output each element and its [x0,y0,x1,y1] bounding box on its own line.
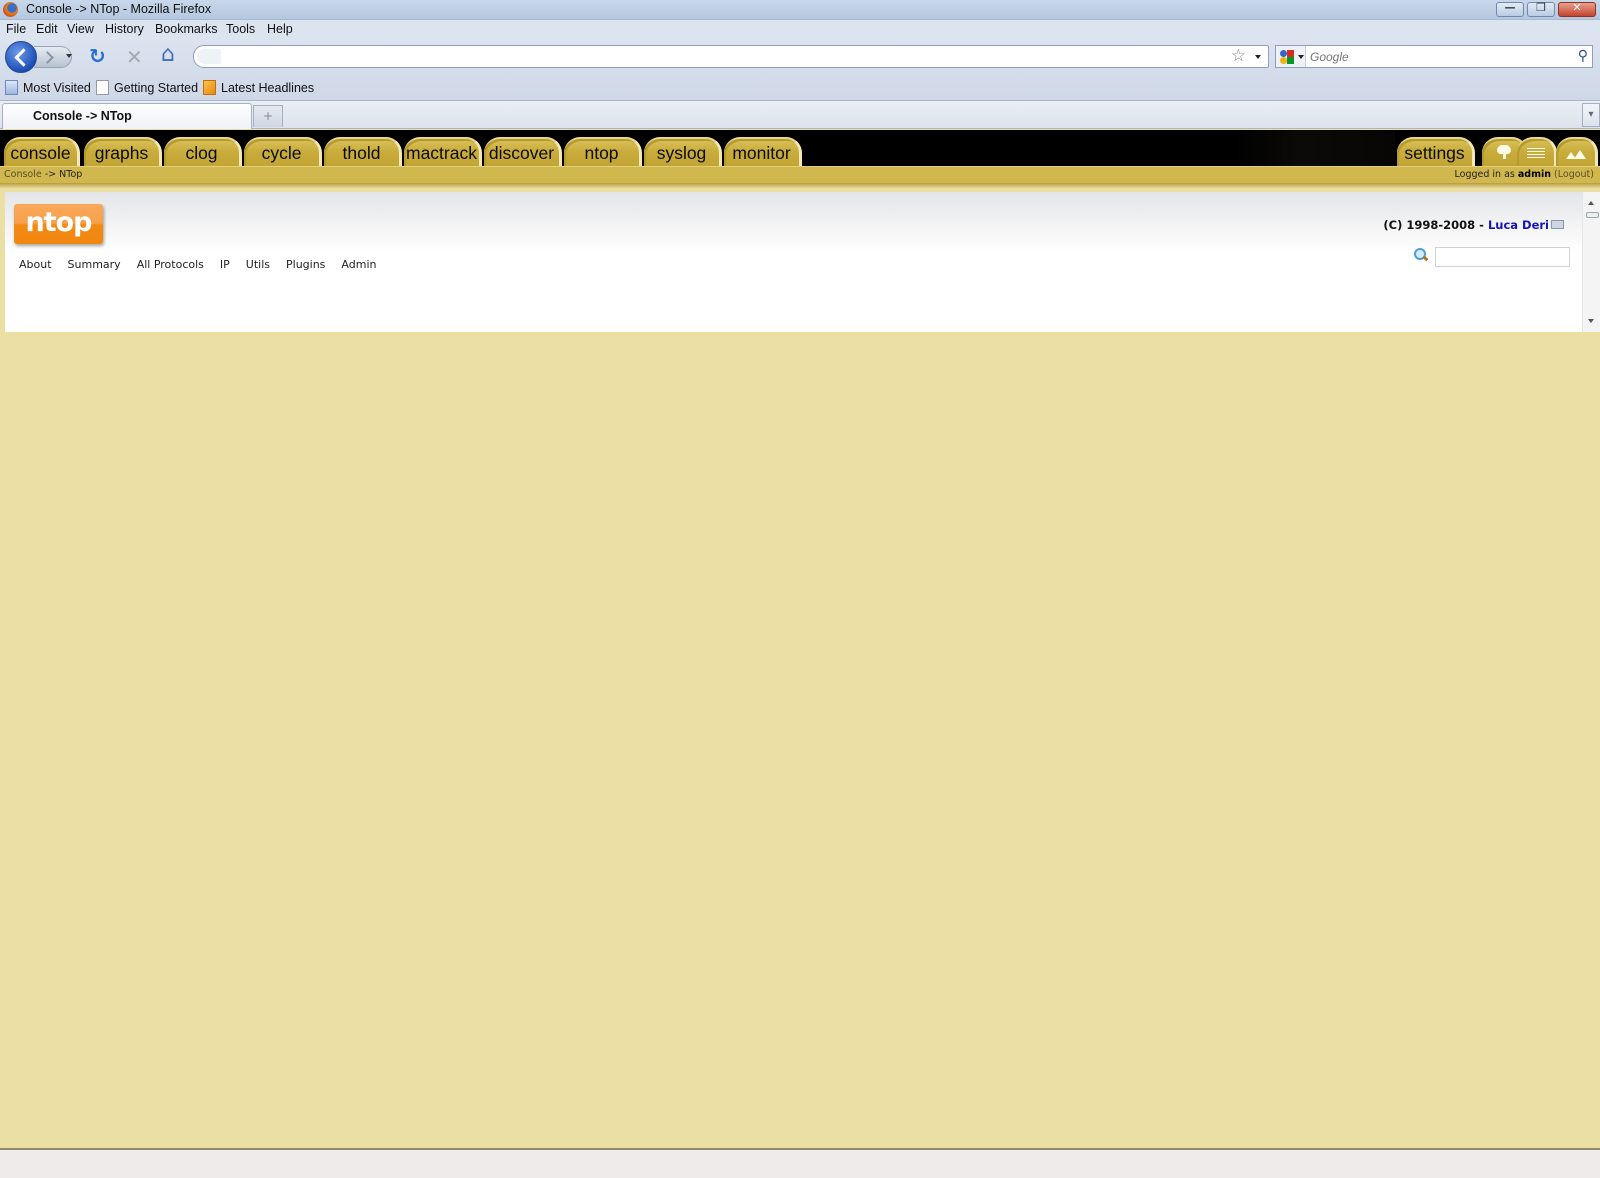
new-tab-button[interactable]: + [253,105,283,127]
frame-scrollbar[interactable] [1582,192,1600,332]
list-all-tabs-button[interactable]: ▾ [1582,103,1600,127]
firefox-icon [3,2,18,17]
engine-dropdown-icon [1298,55,1304,59]
menu-tools[interactable]: Tools [226,22,255,36]
minimize-icon: — [1504,1,1516,14]
tab-preview-view[interactable] [1556,137,1598,166]
tree-view-icon [1496,145,1511,159]
breadcrumb-console-link[interactable]: Console [4,169,42,180]
reload-icon[interactable]: ↻ [89,46,106,66]
ntop-menu-ip[interactable]: IP [220,258,230,271]
copyright-notice: (C) 1998-2008 - Luca Deri [1383,218,1564,232]
cacti-tab-bar: console graphs clog cycle thold mactrack… [0,130,1600,166]
search-icon [1414,248,1428,262]
window-title-bar: Console -> NTop - Mozilla Firefox — ❐ ✕ [0,0,1600,20]
preview-graph-icon [1565,149,1586,159]
menu-bar: File Edit View History Bookmarks Tools H… [0,20,1600,39]
history-dropdown-icon[interactable] [66,54,72,58]
ntop-menu-summary[interactable]: Summary [68,258,121,271]
tab-syslog[interactable]: syslog [644,137,722,166]
login-status: Logged in as admin (Logout) [1455,169,1595,180]
scroll-thumb[interactable] [1586,212,1599,218]
search-engine-selector[interactable] [1276,46,1306,67]
tab-mactrack[interactable]: mactrack [404,137,482,166]
menu-view[interactable]: View [67,22,94,36]
close-icon: ✕ [1572,1,1582,14]
restore-icon: ❐ [1536,1,1546,14]
bookmark-most-visited[interactable]: Most Visited [5,80,91,95]
scroll-up-icon[interactable] [1588,201,1594,205]
list-view-icon [1526,148,1545,160]
url-input[interactable] [224,48,1204,65]
scroll-down-icon[interactable] [1588,319,1594,323]
menu-bookmarks[interactable]: Bookmarks [155,22,218,36]
url-dropdown-icon[interactable] [1255,55,1261,59]
author-link[interactable]: Luca Deri [1488,218,1549,232]
navigation-toolbar: ↻ ✕ ⌂ ☆ ⚲ [0,39,1600,75]
menu-help[interactable]: Help [267,22,293,36]
browser-tab-title: Console -> NTop [33,109,132,123]
rss-icon [203,80,216,95]
ntop-menu-all-protocols[interactable]: All Protocols [137,258,204,271]
tab-graphs[interactable]: graphs [84,137,162,166]
url-bar[interactable]: ☆ [193,45,1269,68]
most-visited-icon [5,80,18,95]
tab-ntop[interactable]: ntop [564,137,642,166]
menu-history[interactable]: History [105,22,144,36]
bookmark-latest-headlines[interactable]: Latest Headlines [203,80,314,95]
ntop-menu-about[interactable]: About [19,258,52,271]
tab-list-view[interactable] [1517,137,1557,166]
site-identity-icon[interactable] [197,49,221,64]
ntop-logo[interactable]: ntop [14,204,103,244]
mail-icon[interactable] [1551,220,1564,229]
ntop-menu: About Summary All Protocols IP Utils Plu… [19,258,392,271]
login-prefix: Logged in as [1454,169,1518,180]
status-bar [0,1148,1600,1178]
copyright-text: (C) 1998-2008 - [1383,218,1488,232]
ntop-frame: ntop (C) 1998-2008 - Luca Deri About Sum… [5,192,1600,332]
tab-clog[interactable]: clog [164,137,242,166]
menu-file[interactable]: File [6,22,26,36]
browser-tab-active[interactable]: Console -> NTop [2,103,252,129]
browser-tab-strip: Console -> NTop + ▾ [0,101,1600,129]
tab-thold[interactable]: thold [324,137,402,166]
tab-discover[interactable]: discover [484,137,562,166]
bookmark-star-icon[interactable]: ☆ [1231,46,1246,66]
ntop-menu-plugins[interactable]: Plugins [286,258,325,271]
restore-button[interactable]: ❐ [1527,1,1555,17]
bookmark-getting-started[interactable]: Getting Started [96,80,198,95]
logout-link[interactable]: (Logout) [1554,169,1594,180]
stop-icon[interactable]: ✕ [126,47,143,67]
window-title: Console -> NTop - Mozilla Firefox [26,2,212,16]
search-go-icon[interactable]: ⚲ [1578,48,1588,64]
ntop-search-input[interactable] [1435,247,1570,267]
menu-edit[interactable]: Edit [36,22,58,36]
web-search-input[interactable] [1310,48,1560,65]
google-logo-icon [1280,50,1294,64]
tab-cycle[interactable]: cycle [244,137,322,166]
page-icon [96,80,109,95]
login-user: admin [1517,169,1552,180]
minimize-button[interactable]: — [1496,1,1524,17]
home-icon[interactable]: ⌂ [161,44,175,66]
bookmark-label: Getting Started [114,80,199,95]
tab-settings[interactable]: settings [1397,137,1475,166]
web-search-bar[interactable]: ⚲ [1275,45,1593,68]
ntop-menu-admin[interactable]: Admin [341,258,376,271]
breadcrumb: Console -> NTop [4,169,82,180]
breadcrumb-separator: -> [41,169,60,180]
bookmarks-toolbar: Most Visited Getting Started Latest Head… [0,75,1600,101]
ntop-menu-utils[interactable]: Utils [246,258,270,271]
close-button[interactable]: ✕ [1558,1,1596,17]
tab-monitor[interactable]: monitor [724,137,802,166]
breadcrumb-current: NTop [59,169,83,180]
breadcrumb-bar: Console -> NTop Logged in as admin (Logo… [0,166,1600,183]
tab-console[interactable]: console [4,137,80,166]
bookmark-label: Most Visited [23,80,91,95]
back-button[interactable] [5,41,37,73]
bookmark-label: Latest Headlines [221,80,315,95]
